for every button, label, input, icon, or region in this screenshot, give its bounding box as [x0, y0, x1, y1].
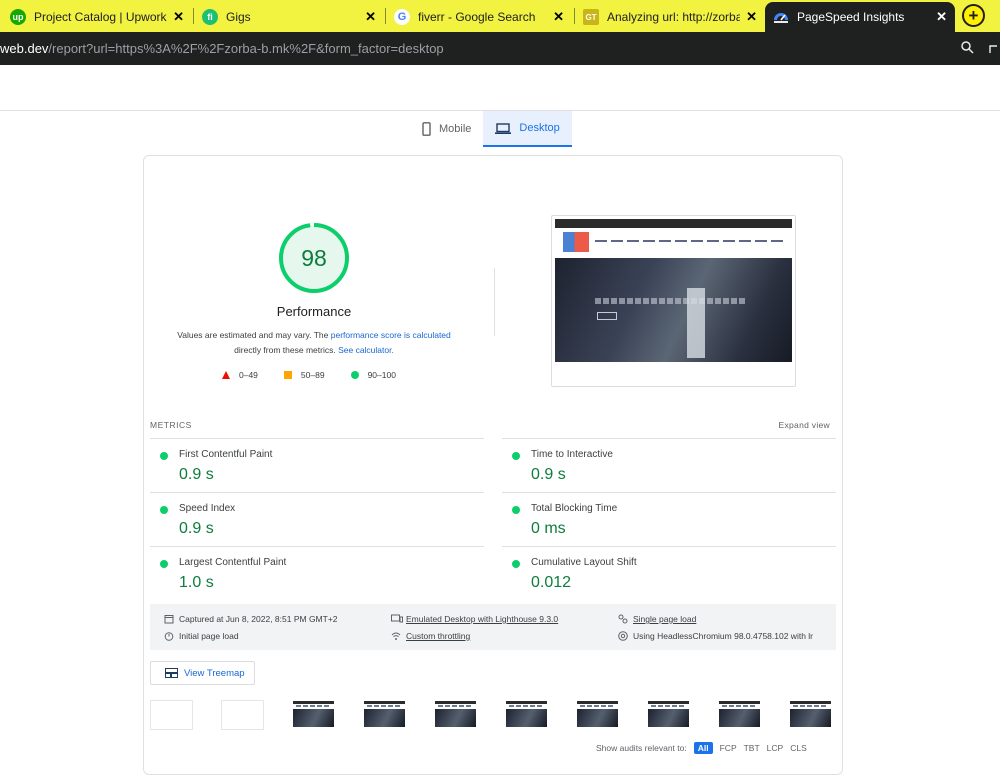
expand-view-toggle[interactable]: Expand view: [779, 420, 831, 430]
single-page-load-link[interactable]: Single page load: [633, 614, 696, 624]
close-icon[interactable]: ✕: [936, 9, 947, 25]
site-logo-icon: [563, 232, 589, 252]
phone-icon: [422, 122, 431, 136]
address-bar[interactable]: web.dev/report?url=https%3A%2F%2Fzorba-b…: [0, 32, 1000, 65]
custom-throttling-link[interactable]: Custom throttling: [406, 631, 470, 641]
tab-google-search[interactable]: G fiverr - Google Search ✕: [386, 2, 572, 32]
filmstrip-frame: [505, 700, 548, 730]
pass-circle-icon: [512, 452, 520, 460]
performance-description: Values are estimated and may vary. The p…: [177, 330, 451, 355]
audit-filter: Show audits relevant to: All FCP TBT LCP…: [596, 742, 807, 754]
filmstrip-frame: [292, 700, 335, 730]
tab-upwork[interactable]: up Project Catalog | Upwork ✕: [2, 2, 192, 32]
close-icon[interactable]: ✕: [746, 9, 757, 25]
filter-lcp-chip[interactable]: LCP: [767, 743, 784, 753]
pass-circle-icon: [512, 560, 520, 568]
final-screenshot[interactable]: [551, 215, 796, 387]
filmstrip-frame: [221, 700, 264, 730]
metric-largest-contentful-paint: Largest Contentful Paint 1.0 s: [150, 554, 470, 608]
tab-desktop-label: Desktop: [519, 122, 560, 134]
laptop-icon: [495, 122, 512, 134]
filmstrip-frame: [150, 700, 193, 730]
tab-title: PageSpeed Insights: [797, 10, 905, 24]
close-icon[interactable]: ✕: [365, 9, 376, 25]
url-text[interactable]: web.dev/report?url=https%3A%2F%2Fzorba-b…: [0, 41, 444, 56]
initial-page-load: Initial page load: [179, 631, 239, 641]
tab-pagespeed-insights[interactable]: PageSpeed Insights ✕: [765, 2, 955, 32]
timer-icon: [164, 631, 174, 641]
filter-all-chip[interactable]: All: [693, 742, 713, 754]
performance-score: 98: [301, 244, 327, 271]
zoom-icon[interactable]: [961, 40, 974, 57]
desktop-device-icon: [391, 614, 403, 624]
fiverr-favicon-icon: fi: [202, 9, 218, 25]
tab-title: fiverr - Google Search: [418, 10, 536, 24]
tab-desktop[interactable]: Desktop: [483, 111, 572, 147]
single-load-icon: [618, 614, 628, 624]
filter-tbt-chip[interactable]: TBT: [744, 743, 760, 753]
tab-gigs[interactable]: fi Gigs ✕: [194, 2, 384, 32]
legend-pass-label: 90–100: [367, 370, 396, 380]
pagespeed-favicon-icon: [773, 9, 789, 25]
browser-tab-bar: up Project Catalog | Upwork ✕ fi Gigs ✕ …: [0, 0, 1000, 32]
tab-title: Gigs: [226, 10, 251, 24]
tab-mobile-label: Mobile: [439, 123, 472, 135]
filmstrip-frame: [434, 700, 477, 730]
filter-cls-chip[interactable]: CLS: [790, 743, 807, 753]
close-icon[interactable]: ✕: [553, 9, 564, 25]
performance-score-link[interactable]: performance score is calculated: [331, 330, 451, 340]
score-legend: 0–49 50–89 90–100: [222, 370, 396, 380]
filmstrip-frame: [718, 700, 761, 730]
new-tab-plus-icon[interactable]: +: [962, 4, 985, 27]
tab-title: Project Catalog | Upwork: [34, 10, 167, 24]
captured-time: Captured at Jun 8, 2022, 8:51 PM GMT+2: [179, 614, 338, 624]
treemap-icon: [165, 668, 178, 678]
google-favicon-icon: G: [394, 9, 410, 25]
form-factor-toggle: Mobile Desktop: [410, 111, 572, 147]
filter-fcp-chip[interactable]: FCP: [720, 743, 737, 753]
view-treemap-button[interactable]: View Treemap: [150, 661, 255, 685]
audit-filter-label: Show audits relevant to:: [596, 743, 687, 753]
fail-triangle-icon: [222, 371, 230, 379]
performance-title: Performance: [276, 304, 352, 319]
pass-circle-icon: [160, 506, 168, 514]
wifi-icon: [391, 631, 401, 641]
pass-circle-icon: [160, 560, 168, 568]
runtime-settings: Captured at Jun 8, 2022, 8:51 PM GMT+2 I…: [150, 604, 836, 650]
legend-average-label: 50–89: [300, 370, 325, 380]
headless-chromium-version: Using HeadlessChromium 98.0.4758.102 wit…: [633, 631, 814, 641]
tab-mobile[interactable]: Mobile: [410, 111, 483, 147]
close-icon[interactable]: ✕: [173, 9, 184, 25]
share-icon[interactable]: [988, 41, 998, 57]
average-square-icon: [283, 371, 292, 379]
pass-circle-icon: [160, 452, 168, 460]
tab-analyzing-url[interactable]: GT Analyzing url: http://zorba- ✕: [575, 2, 765, 32]
filmstrip-frame: [576, 700, 619, 730]
vertical-divider: [494, 268, 495, 336]
view-treemap-label: View Treemap: [184, 667, 245, 679]
gtmetrix-favicon-icon: GT: [583, 9, 599, 25]
upwork-favicon-icon: up: [10, 9, 26, 25]
see-calculator-link[interactable]: See calculator.: [338, 345, 394, 355]
legend-fail-label: 0–49: [239, 370, 258, 380]
chrome-icon: [618, 631, 628, 641]
pass-circle-icon: [350, 371, 359, 379]
calendar-icon: [164, 614, 174, 624]
metrics-heading: METRICS: [150, 420, 192, 430]
filmstrip: [150, 700, 840, 732]
pass-circle-icon: [512, 506, 520, 514]
tab-title: Analyzing url: http://zorba-: [607, 10, 741, 24]
emulated-desktop-link[interactable]: Emulated Desktop with Lighthouse 9.3.0: [406, 614, 558, 624]
metric-cumulative-layout-shift: Cumulative Layout Shift 0.012: [502, 554, 822, 608]
filmstrip-frame: [789, 700, 832, 730]
filmstrip-frame: [647, 700, 690, 730]
report-card: 98 Performance Values are estimated and …: [143, 155, 843, 775]
filmstrip-frame: [363, 700, 406, 730]
performance-gauge: 98: [278, 222, 350, 294]
